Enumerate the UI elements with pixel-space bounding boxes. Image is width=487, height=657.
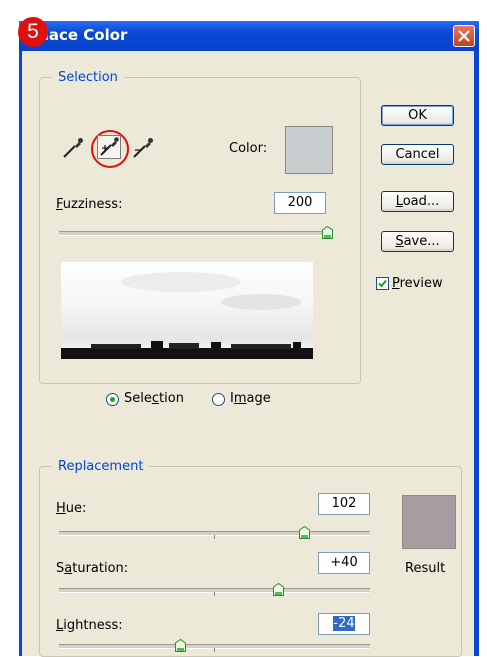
replace-color-dialog: place Color Selection Color: Fuzziness: … bbox=[19, 21, 479, 657]
hue-input[interactable]: 102 bbox=[318, 493, 370, 515]
lightness-selected-text: -24 bbox=[333, 616, 355, 631]
close-icon bbox=[458, 30, 470, 42]
hue-slider[interactable] bbox=[59, 525, 370, 540]
eyedropper-minus-icon bbox=[133, 138, 153, 158]
eyedropper-plus-tool[interactable] bbox=[97, 135, 121, 159]
lightness-label: Lightness: bbox=[56, 618, 123, 633]
selection-legend: Selection bbox=[58, 70, 118, 85]
checkmark-icon bbox=[378, 279, 387, 288]
result-label: Result bbox=[405, 561, 446, 576]
lightness-center-tick bbox=[214, 648, 215, 652]
result-color-swatch[interactable] bbox=[402, 495, 456, 549]
eyedropper-tool[interactable] bbox=[61, 136, 85, 160]
title-bar[interactable]: place Color bbox=[19, 21, 479, 51]
fuzziness-label: Fuzziness: bbox=[56, 197, 123, 212]
fuzziness-thumb[interactable] bbox=[322, 225, 333, 239]
close-button[interactable] bbox=[453, 25, 475, 47]
ok-button[interactable]: OK bbox=[381, 105, 454, 126]
fuzziness-track bbox=[59, 231, 333, 236]
selection-radio-label[interactable]: Selection bbox=[124, 391, 184, 406]
lightness-input[interactable]: -24 bbox=[318, 613, 370, 635]
replacement-legend: Replacement bbox=[58, 459, 144, 474]
fuzziness-slider[interactable] bbox=[59, 225, 333, 240]
image-radio-label[interactable]: Image bbox=[230, 391, 271, 406]
hue-label: Hue: bbox=[56, 501, 87, 516]
preview-checkbox[interactable] bbox=[376, 277, 389, 290]
eyedropper-plus-icon bbox=[100, 137, 119, 156]
selection-radio[interactable] bbox=[106, 393, 119, 406]
hue-center-tick bbox=[214, 535, 215, 539]
load-button[interactable]: Load... bbox=[381, 191, 454, 212]
saturation-input[interactable]: +40 bbox=[318, 552, 370, 574]
saturation-label: Saturation: bbox=[56, 561, 129, 576]
selection-color-swatch[interactable] bbox=[285, 126, 333, 174]
lightness-slider[interactable] bbox=[59, 638, 370, 653]
cancel-button[interactable]: Cancel bbox=[381, 144, 454, 165]
fuzziness-input[interactable]: 200 bbox=[274, 192, 326, 214]
selection-preview-image bbox=[61, 262, 313, 359]
saturation-slider[interactable] bbox=[59, 582, 370, 597]
preview-label[interactable]: Preview bbox=[392, 276, 443, 291]
hue-thumb[interactable] bbox=[299, 525, 310, 539]
save-button[interactable]: Save... bbox=[381, 231, 454, 252]
step-number-badge: 5 bbox=[18, 17, 48, 47]
eyedropper-minus-tool[interactable] bbox=[131, 136, 155, 160]
saturation-thumb[interactable] bbox=[273, 582, 284, 596]
dialog-body: Selection Color: Fuzziness: 200 Selectio… bbox=[22, 51, 474, 657]
lightness-thumb[interactable] bbox=[175, 638, 186, 652]
image-radio[interactable] bbox=[212, 393, 225, 406]
color-label: Color: bbox=[229, 141, 268, 156]
saturation-center-tick bbox=[214, 592, 215, 596]
eyedropper-icon bbox=[63, 138, 83, 158]
